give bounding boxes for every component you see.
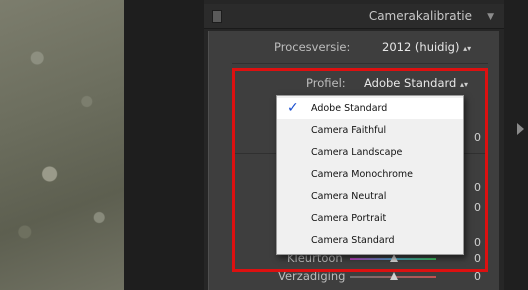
hidden-value: 0 bbox=[474, 201, 481, 214]
profile-dropdown-menu: ✓ Adobe Standard Camera Faithful Camera … bbox=[276, 95, 464, 255]
profile-select[interactable]: Adobe Standard ▴▾ bbox=[364, 76, 468, 90]
process-version-value[interactable]: 2012 (huidig) ▴▾ bbox=[382, 40, 471, 54]
updown-arrows-icon: ▴▾ bbox=[463, 44, 472, 53]
hidden-value: 0 bbox=[474, 236, 481, 249]
panel-divider bbox=[124, 0, 204, 290]
photo-preview bbox=[0, 0, 124, 290]
menu-item[interactable]: ✓ Adobe Standard bbox=[277, 98, 463, 119]
hidden-value: 0 bbox=[474, 181, 481, 194]
panel-toggle-switch[interactable] bbox=[212, 10, 222, 23]
menu-item[interactable]: Camera Landscape bbox=[277, 142, 463, 163]
menu-item[interactable]: Camera Portrait bbox=[277, 208, 463, 229]
menu-item[interactable]: Camera Monochrome bbox=[277, 164, 463, 185]
updown-arrows-icon: ▴▾ bbox=[460, 80, 469, 89]
hue-slider-thumb[interactable] bbox=[390, 254, 398, 262]
menu-item-label: Camera Neutral bbox=[311, 191, 387, 202]
profile-label: Profiel: bbox=[306, 76, 346, 90]
slider-value: 0 bbox=[474, 252, 481, 265]
menu-item-label: Camera Portrait bbox=[311, 213, 387, 224]
panel-header[interactable]: Camerakalibratie ▼ bbox=[204, 4, 504, 29]
menu-item[interactable]: Camera Neutral bbox=[277, 186, 463, 207]
menu-item[interactable]: Camera Faithful bbox=[277, 120, 463, 141]
panel-title: Camerakalibratie bbox=[368, 9, 472, 23]
checkmark-icon: ✓ bbox=[287, 100, 299, 116]
process-version-text: 2012 (huidig) bbox=[382, 40, 460, 54]
hidden-value: 0 bbox=[474, 131, 481, 144]
saturation-slider-thumb[interactable] bbox=[390, 272, 398, 280]
triangle-down-icon[interactable]: ▼ bbox=[487, 12, 494, 22]
process-version-label: Procesversie: bbox=[274, 40, 351, 54]
menu-item-label: Camera Standard bbox=[311, 235, 395, 246]
menu-item-label: Camera Landscape bbox=[311, 147, 403, 158]
collapse-arrow-icon[interactable] bbox=[517, 123, 524, 135]
slider-label: Verzadiging bbox=[278, 269, 346, 283]
menu-item-label: Camera Faithful bbox=[311, 125, 387, 136]
panel-collapse-strip[interactable] bbox=[504, 0, 528, 290]
slider-value: 0 bbox=[474, 270, 481, 283]
menu-item[interactable]: Camera Standard bbox=[277, 230, 463, 251]
menu-item-label: Adobe Standard bbox=[311, 103, 388, 114]
menu-item-label: Camera Monochrome bbox=[311, 169, 413, 180]
separator bbox=[232, 63, 488, 64]
profile-select-text: Adobe Standard bbox=[364, 76, 457, 90]
